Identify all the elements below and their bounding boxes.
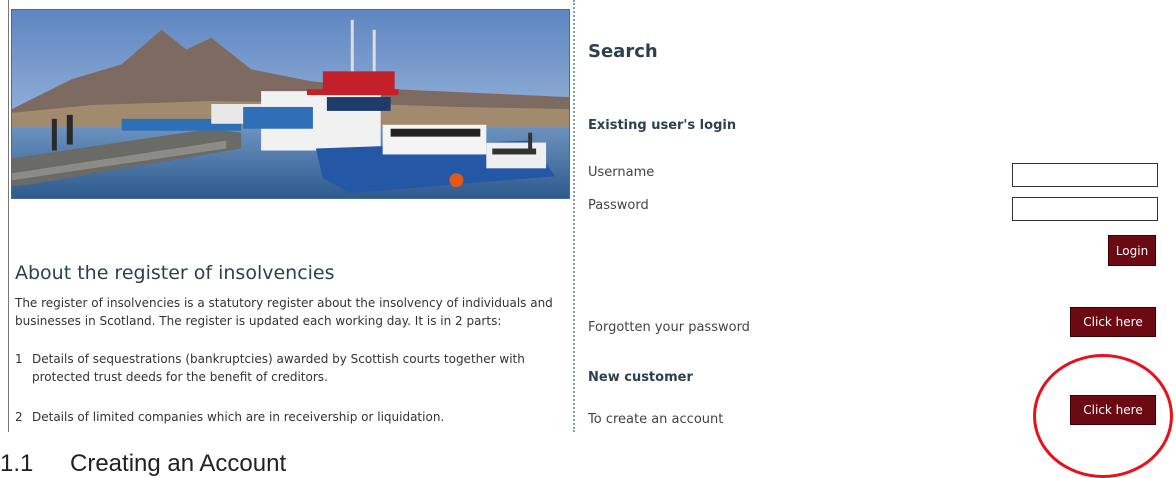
- harbour-photo: [12, 10, 569, 198]
- create-account-button[interactable]: Click here: [1070, 395, 1156, 425]
- list-item: 2 Details of limited companies which are…: [15, 408, 567, 426]
- username-label: Username: [588, 165, 655, 180]
- list-item: 1 Details of sequestrations (bankruptcie…: [15, 350, 567, 386]
- create-account-text: To create an account: [588, 412, 724, 427]
- search-heading: Search: [588, 41, 658, 62]
- password-label: Password: [588, 198, 649, 213]
- list-item-number: 2: [15, 410, 23, 424]
- caption-text: Creating an Account: [70, 450, 287, 477]
- caption-number: 1.1: [0, 450, 34, 477]
- username-input[interactable]: [1012, 163, 1158, 187]
- existing-user-login-heading: Existing user's login: [588, 118, 737, 133]
- forgotten-password-text: Forgotten your password: [588, 320, 750, 335]
- password-input[interactable]: [1012, 197, 1158, 221]
- forgot-password-button[interactable]: Click here: [1070, 307, 1156, 337]
- about-heading: About the register of insolvencies: [15, 262, 335, 284]
- list-item-text: Details of sequestrations (bankruptcies)…: [32, 352, 525, 384]
- column-divider: [573, 0, 575, 432]
- list-item-text: Details of limited companies which are i…: [32, 410, 445, 424]
- harbour-hero-image: [11, 9, 570, 199]
- list-item-number: 1: [15, 352, 23, 366]
- left-border-line: [8, 0, 9, 432]
- login-button[interactable]: Login: [1108, 235, 1156, 266]
- figure-caption: 1.1 Creating an Account: [0, 450, 286, 478]
- about-intro-text: The register of insolvencies is a statut…: [15, 296, 553, 328]
- new-customer-heading: New customer: [588, 370, 693, 385]
